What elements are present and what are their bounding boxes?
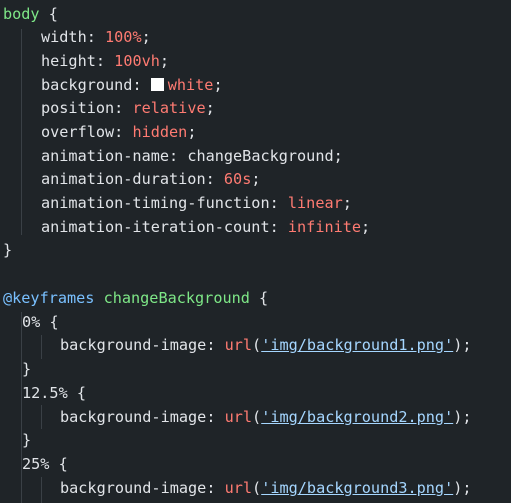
code-token: } <box>22 360 32 378</box>
code-line: } <box>22 428 31 452</box>
code-token: : <box>206 336 225 354</box>
code-editor[interactable]: body {width: 100%; height: 100vh; backgrou… <box>0 0 511 503</box>
code-token: background-image <box>60 479 207 497</box>
code-token: 'img/background3.png' <box>261 479 454 497</box>
code-line: background-image: url('img/background2.p… <box>60 405 472 429</box>
code-token: overflow <box>41 123 115 141</box>
code-token: } <box>22 431 32 449</box>
code-line: height: 100vh; <box>41 49 169 73</box>
code-token: ; <box>205 99 215 117</box>
indent-guide <box>21 29 22 235</box>
code-token: linear <box>287 194 343 212</box>
code-token: { <box>67 384 87 402</box>
code-line: @keyframes changeBackground { <box>3 286 268 310</box>
code-token: ( <box>252 408 262 426</box>
code-token: ( <box>252 336 262 354</box>
code-token: 12.5% <box>22 384 68 402</box>
code-token: background-image <box>60 336 207 354</box>
code-token: animation-timing-function <box>41 194 270 212</box>
indent-guide <box>41 335 42 359</box>
code-token: ; <box>342 194 352 212</box>
code-line: overflow: hidden; <box>41 120 196 144</box>
code-token: animation-name <box>41 147 170 165</box>
code-token: ); <box>453 336 472 354</box>
code-token: hidden <box>132 123 188 141</box>
code-line: 0% { <box>22 310 59 334</box>
code-token: } <box>3 241 13 259</box>
code-line: body { <box>3 2 58 26</box>
code-token: : <box>95 52 115 70</box>
code-token: animation-duration <box>41 170 206 188</box>
code-token: url <box>224 408 253 426</box>
code-token: : <box>114 123 133 141</box>
code-token: : <box>86 28 106 46</box>
code-token: : <box>169 147 188 165</box>
code-token: { <box>40 313 59 331</box>
code-token: { <box>49 455 68 473</box>
code-line: background: white; <box>41 73 223 97</box>
code-line: 25% { <box>22 452 68 476</box>
code-token: changeBackground <box>103 289 250 307</box>
code-token: ; <box>251 170 261 188</box>
code-token: width <box>41 28 87 46</box>
code-token: url <box>224 479 253 497</box>
code-line: } <box>3 238 12 262</box>
indent-guide <box>41 405 42 429</box>
code-token: relative <box>132 99 206 117</box>
code-token: 100 <box>114 52 142 70</box>
code-token: ); <box>453 408 472 426</box>
code-token: height <box>41 52 96 70</box>
code-token: 25% <box>22 455 50 473</box>
code-token: : <box>206 479 225 497</box>
code-line: animation-name: changeBackground; <box>41 144 343 168</box>
code-token: infinite <box>287 218 362 236</box>
code-token: position <box>41 99 115 117</box>
code-token: vh <box>141 52 160 70</box>
code-token: : <box>206 408 225 426</box>
code-line: background-image: url('img/background1.p… <box>60 333 472 357</box>
code-token: 100 <box>105 28 133 46</box>
code-token: ; <box>361 218 371 236</box>
code-token: : <box>132 76 151 94</box>
code-token: ; <box>213 76 223 94</box>
code-line: } <box>22 357 31 381</box>
code-token: background-image <box>60 408 207 426</box>
code-line: animation-iteration-count: infinite; <box>41 215 370 239</box>
code-token: 'img/background2.png' <box>261 408 454 426</box>
code-token: @keyframes <box>3 289 95 307</box>
code-token: 0% <box>22 313 41 331</box>
code-token: ; <box>187 123 197 141</box>
code-token: ; <box>333 147 343 165</box>
code-token: { <box>249 289 269 307</box>
code-token: 'img/background1.png' <box>261 336 454 354</box>
code-token: 60 <box>223 170 243 188</box>
code-token: : <box>205 170 224 188</box>
code-token: animation-iteration-count <box>41 218 270 236</box>
code-token: % <box>132 28 142 46</box>
code-line: width: 100%; <box>41 25 151 49</box>
code-token: url <box>224 336 253 354</box>
code-token: : <box>269 194 288 212</box>
code-token: s <box>242 170 252 188</box>
code-line: 12.5% { <box>22 381 86 405</box>
code-token: ); <box>453 479 472 497</box>
code-token: white <box>167 76 214 94</box>
code-token: body <box>3 5 40 23</box>
code-token: : <box>269 218 288 236</box>
code-token: background <box>41 76 133 94</box>
code-token: ; <box>159 52 170 70</box>
code-line: background-image: url('img/background3.p… <box>60 476 472 500</box>
code-token: { <box>39 5 58 23</box>
color-swatch-icon[interactable] <box>150 78 164 91</box>
code-token: changeBackground <box>187 147 334 165</box>
code-token: ( <box>252 479 262 497</box>
code-token: ; <box>141 28 151 46</box>
code-line: animation-duration: 60s; <box>41 167 261 191</box>
code-line: animation-timing-function: linear; <box>41 191 352 215</box>
code-token: : <box>114 99 133 117</box>
code-line: position: relative; <box>41 96 215 120</box>
indent-guide <box>41 477 42 503</box>
